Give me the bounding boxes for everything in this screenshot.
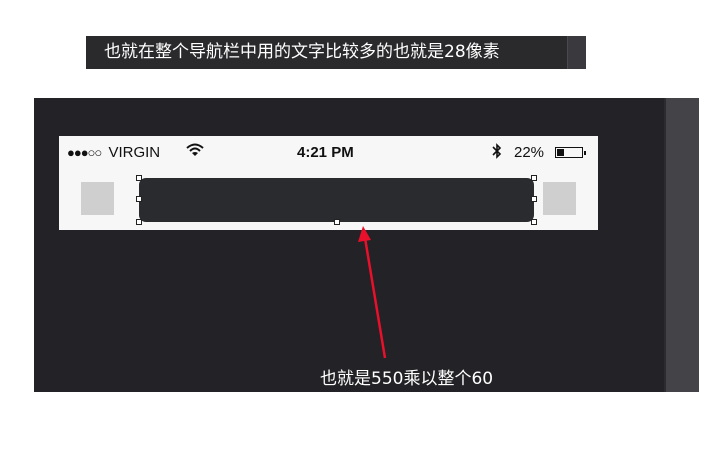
- bottom-caption: 也就是550乘以整个60: [320, 369, 494, 389]
